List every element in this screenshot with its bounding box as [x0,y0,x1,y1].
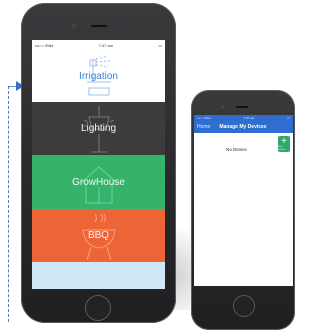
home-button-small[interactable] [233,295,255,317]
nav-bar: Home Manage My Devices [194,121,293,133]
tile-partial[interactable] [32,262,165,289]
tile-lighting[interactable]: Lighting [32,102,165,155]
battery-icon: ▭ [158,42,162,48]
status-time-small: 7:47 am [243,116,255,120]
home-link[interactable]: Home [197,124,210,130]
add-device-caption: ADD DEVICE [278,145,286,151]
main-screen: •••○○ iRiet 7:47 am ▭ Irrigation Lightin… [32,40,165,289]
tile-irrigation[interactable]: Irrigation [32,50,165,102]
add-device-button[interactable]: + ADD DEVICE [278,136,290,152]
tile-growhouse[interactable]: GrowHouse [32,155,165,209]
home-button[interactable] [85,295,111,321]
status-bar: •••○○ iRiet 7:47 am ▭ [32,40,165,50]
earpiece [91,25,107,27]
plus-icon: + [281,135,287,147]
carrier-label: •••○○ iRiet [35,42,54,48]
main-phone: •••○○ iRiet 7:47 am ▭ Irrigation Lightin… [21,3,176,323]
front-camera-small [221,105,225,109]
earpiece-small [236,106,248,108]
status-time: 7:47 am [98,42,113,48]
carrier-label-small: •••○○ iRiet [197,116,211,120]
devices-screen: •••○○ iRiet 7:47 am ▭ Home Manage My Dev… [194,115,293,286]
tile-growhouse-label: GrowHouse [72,176,125,188]
dashed-connector [8,86,9,322]
tile-bbq-label: BBQ [87,230,110,241]
page-title: Manage My Devices [219,124,267,130]
tile-bbq[interactable]: BBQ [32,209,165,262]
tile-lighting-label: Lighting [80,123,117,134]
empty-state-text: No Device [226,147,247,152]
tile-irrigation-label: Irrigation [79,70,118,82]
front-camera [71,23,76,28]
battery-icon-small: ▭ [287,116,290,120]
secondary-phone: •••○○ iRiet 7:47 am ▭ Home Manage My Dev… [191,90,295,330]
